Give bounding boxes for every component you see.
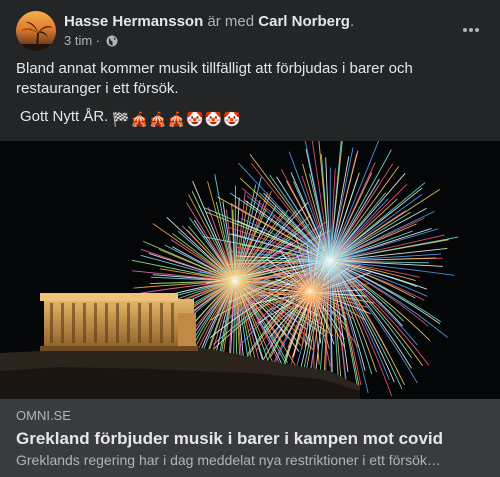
link-title[interactable]: Grekland förbjuder musik i barer i kampe…	[16, 428, 486, 449]
emoji-row: 🏁🎪🎪🎪🤡🤡🤡	[112, 110, 241, 130]
link-preview-image[interactable]	[0, 141, 500, 399]
tagged-name[interactable]: Carl Norberg	[258, 13, 350, 30]
temple-column	[105, 303, 108, 343]
message-line-2: Gott Nytt ÅR.	[20, 108, 109, 125]
temple-column	[138, 303, 141, 343]
temple-column	[72, 303, 75, 343]
dot-icon	[475, 28, 479, 32]
dot-icon	[469, 28, 473, 32]
chequered-flag-icon: 🏁	[112, 111, 130, 127]
post-message: Bland annat kommer musik tillfälligt att…	[16, 59, 486, 130]
temple-column	[160, 303, 163, 343]
circus-tent-icon: 🎪	[167, 111, 186, 127]
dot-icon	[463, 28, 467, 32]
temple-column	[171, 303, 174, 343]
author-avatar[interactable]	[16, 11, 56, 51]
globe-icon[interactable]	[106, 35, 118, 47]
message-line-2-wrap: Gott Nytt ÅR. 🏁🎪🎪🎪🤡🤡🤡	[16, 107, 486, 130]
facebook-post: Hasse Hermansson är med Carl Norberg. 3 …	[0, 0, 500, 477]
author-name[interactable]: Hasse Hermansson	[64, 13, 203, 30]
clown-face-icon: 🤡	[222, 111, 241, 127]
temple-column	[50, 303, 53, 343]
meta-separator: ·	[95, 33, 101, 48]
fireworks-over-acropolis-image	[0, 141, 500, 399]
temple-column	[83, 303, 86, 343]
tagged-suffix: .	[349, 13, 355, 30]
circus-tent-icon: 🎪	[149, 111, 167, 127]
post-timestamp[interactable]: 3 tim	[64, 33, 92, 48]
link-description: Greklands regering har i dag meddelat ny…	[16, 452, 441, 468]
author-line: Hasse Hermansson är med Carl Norberg.	[64, 12, 354, 31]
clown-face-icon: 🤡	[186, 111, 204, 127]
temple-column	[61, 303, 64, 343]
circus-tent-icon: 🎪	[130, 111, 149, 127]
post-meta: 3 tim ·	[64, 33, 118, 49]
more-options-button[interactable]	[458, 17, 484, 43]
temple-column	[116, 303, 119, 343]
with-text: är med	[207, 13, 255, 30]
temple-column	[149, 303, 152, 343]
temple-column	[127, 303, 130, 343]
clown-face-icon: 🤡	[204, 111, 222, 127]
message-line-1: Bland annat kommer musik tillfälligt att…	[16, 60, 413, 97]
post-header: Hasse Hermansson är med Carl Norberg. 3 …	[16, 11, 484, 51]
temple-column	[94, 303, 97, 343]
link-domain: OMNI.SE	[16, 408, 71, 423]
link-preview-card[interactable]: OMNI.SE Grekland förbjuder musik i barer…	[0, 399, 500, 477]
palm-tree-icon	[16, 21, 56, 51]
